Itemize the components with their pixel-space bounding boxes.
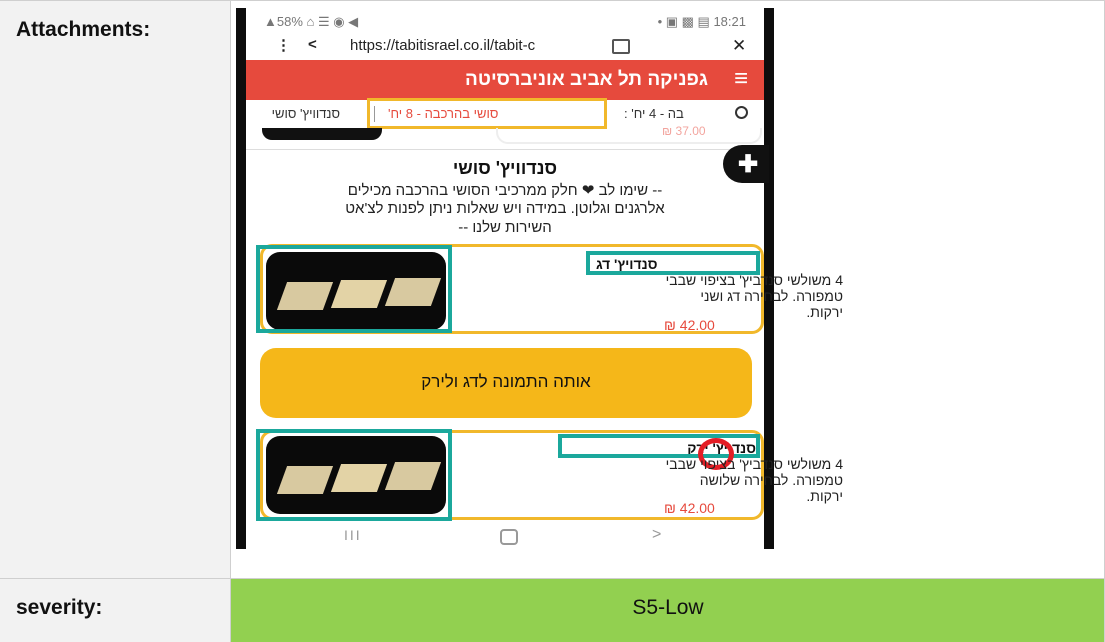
share-icon[interactable]: <: [308, 36, 317, 53]
item-desc-fish-1: 4 משולשי סנדביץ' בציפוי שבבי: [665, 272, 843, 288]
back-icon[interactable]: >: [652, 526, 661, 544]
annotation-text: אותה התמונה לדג ולירק: [421, 372, 591, 391]
previous-item-card: [496, 128, 762, 144]
item-desc-veg-1: 4 משולשי סנדביץ' בציפוי שבבי: [665, 456, 843, 472]
highlight-tab: [367, 98, 607, 129]
item-price-veg: ₪ 42.00: [664, 500, 715, 516]
close-icon[interactable]: ✕: [732, 36, 746, 56]
item-desc-veg-2: טמפורה. לבחירה שלושה: [699, 472, 843, 488]
previous-item-price: ₪ 37.00: [662, 124, 706, 138]
search-icon[interactable]: [735, 106, 748, 119]
section-desc-3: השירות שלנו --: [458, 219, 552, 236]
url-bar: ⋮ < https://tabitisrael.co.il/tabit-c ✕: [246, 36, 764, 60]
highlight-image-fish: [256, 245, 452, 333]
severity-label: severity:: [16, 596, 103, 619]
url-text[interactable]: https://tabitisrael.co.il/tabit-c: [350, 37, 535, 54]
hamburger-menu-icon[interactable]: ≡: [734, 65, 748, 93]
attachments-label: Attachments:: [16, 18, 151, 41]
section-desc-1: -- שימו לב ❤ חלק ממרכיבי הסושי בהרכבה מכ…: [347, 182, 663, 199]
tab-sandwich-sushi[interactable]: סנדוויץ' סושי: [252, 106, 340, 121]
previous-item-image: [262, 128, 382, 140]
item-price-fish: ₪ 42.00: [664, 317, 715, 333]
lock-icon: [612, 39, 630, 54]
highlight-image-veg: [256, 429, 452, 521]
section-desc-2: אלרגנים וגלוטן. במידה ויש שאלות ניתן לפנ…: [345, 200, 665, 217]
restaurant-title: גפניקה תל אביב אוניברסיטה: [465, 69, 708, 90]
item-desc-veg-3: ירקות.: [806, 488, 843, 504]
status-bar: ▲58% ⌂ ☰ ◉ ◀ • ▣ ▩ ▤ 18:21: [246, 10, 764, 36]
kebab-menu-icon[interactable]: ⋮: [276, 36, 291, 54]
severity-value: S5-Low: [632, 596, 704, 619]
item-desc-fish-2: טמפורה. לבחירה דג ושני: [700, 288, 843, 304]
item-desc-fish-3: ירקות.: [806, 304, 843, 320]
section-divider: [246, 149, 764, 150]
recent-apps-icon[interactable]: III: [344, 527, 362, 543]
section-title: סנדוויץ' סושי: [452, 158, 558, 178]
tab-partial[interactable]: בה - 4 יח' :: [624, 106, 684, 121]
attachments-label-cell: [0, 0, 230, 578]
restaurant-header: גפניקה תל אביב אוניברסיטה ≡: [246, 60, 764, 100]
home-icon[interactable]: [500, 529, 518, 545]
status-right: • ▣ ▩ ▤ 18:21: [657, 14, 746, 29]
phone-bezel-left: [236, 8, 246, 549]
status-left: ▲58% ⌂ ☰ ◉ ◀: [264, 14, 359, 29]
